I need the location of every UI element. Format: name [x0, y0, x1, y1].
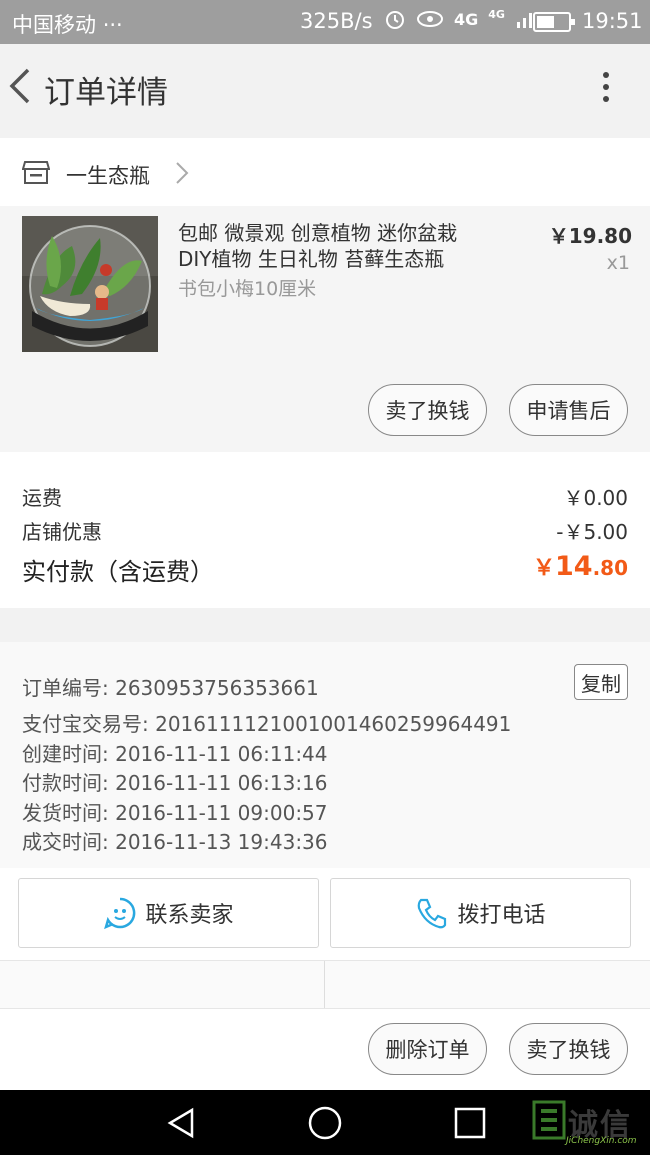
contact-seller-button[interactable]: 联系卖家 [18, 878, 319, 948]
shop-name: 一生态瓶 [66, 164, 150, 188]
network-type: 4G [454, 9, 479, 29]
store-icon [22, 161, 50, 184]
chat-face-icon [104, 897, 136, 930]
contact-seller-label: 联系卖家 [145, 903, 234, 928]
system-nav-bar: 诚信 JiChengXin.com [0, 1090, 650, 1155]
nav-home-icon[interactable] [307, 1106, 343, 1142]
watermark-logo-icon [532, 1100, 566, 1140]
header: 订单详情 [0, 44, 650, 131]
call-button[interactable]: 拨打电话 [330, 878, 631, 948]
product-quantity: x1 [606, 252, 630, 274]
network-speed: 325B/s [300, 9, 373, 33]
created-time: 创建时间: 2016-11-11 06:11:44 [22, 742, 328, 766]
contact-bar: 联系卖家 拨打电话 [0, 868, 650, 960]
status-bar: 中国移动 ··· 325B/s 4G 4G 19:51 [0, 0, 650, 44]
bottom-action-bar: 删除订单 卖了换钱 [0, 1008, 650, 1090]
order-info: 订单编号: 2630953756353661 复制 支付宝交易号: 201611… [0, 642, 650, 868]
alarm-icon [386, 11, 404, 29]
terrarium-image [22, 216, 158, 352]
discount-value: -￥5.00 [556, 520, 628, 544]
carrier-label: 中国移动 ··· [12, 13, 123, 37]
nav-recents-icon[interactable] [453, 1106, 487, 1140]
watermark-subtext: JiChengXin.com [566, 1136, 637, 1146]
price-summary: 运费 ￥0.00 店铺优惠 -￥5.00 实付款（含运费） ￥14.80 [0, 452, 650, 608]
watermark: 诚信 JiChengXin.com [530, 1098, 650, 1148]
chevron-right-icon [176, 162, 189, 184]
back-button[interactable] [6, 66, 36, 106]
nav-back-icon[interactable] [164, 1106, 198, 1140]
sell-for-cash-bottom-button[interactable]: 卖了换钱 [509, 1023, 628, 1075]
after-sale-button[interactable]: 申请售后 [509, 384, 628, 436]
order-number: 订单编号: 2630953756353661 [22, 676, 319, 700]
page-title: 订单详情 [44, 75, 168, 111]
network-type-secondary: 4G [488, 8, 505, 21]
chevron-left-icon [9, 68, 30, 104]
copy-button[interactable]: 复制 [574, 664, 628, 700]
total-label: 实付款（含运费） [22, 558, 214, 586]
phone-icon [418, 898, 447, 929]
clock: 19:51 [582, 9, 643, 33]
battery-icon [533, 12, 575, 32]
shipped-time: 发货时间: 2016-11-11 09:00:57 [22, 801, 328, 825]
total-value: ￥14.80 [532, 551, 628, 582]
more-dots-icon [603, 72, 609, 78]
product-image[interactable] [22, 216, 158, 352]
shipping-label: 运费 [22, 486, 62, 510]
product-price: ￥19.80 [548, 224, 632, 248]
more-menu-button[interactable] [592, 68, 622, 108]
product-title[interactable]: 包邮 微景观 创意植物 迷你盆栽 DIY植物 生日礼物 苔藓生态瓶 [178, 220, 508, 272]
call-label: 拨打电话 [457, 903, 546, 928]
alipay-number: 支付宝交易号: 2016111121001001460259964491 [22, 712, 512, 736]
empty-row [0, 960, 650, 1009]
sell-for-cash-button[interactable]: 卖了换钱 [368, 384, 487, 436]
shop-row[interactable]: 一生态瓶 [0, 138, 650, 206]
delete-order-button[interactable]: 删除订单 [368, 1023, 487, 1075]
product-item[interactable]: 包邮 微景观 创意植物 迷你盆栽 DIY植物 生日礼物 苔藓生态瓶 书包小梅10… [0, 206, 650, 452]
paid-time: 付款时间: 2016-11-11 06:13:16 [22, 771, 328, 795]
completed-time: 成交时间: 2016-11-13 19:43:36 [22, 830, 328, 854]
shipping-value: ￥0.00 [563, 486, 628, 510]
discount-label: 店铺优惠 [22, 520, 102, 544]
eye-icon [417, 11, 443, 27]
product-sku: 书包小梅10厘米 [178, 278, 317, 300]
